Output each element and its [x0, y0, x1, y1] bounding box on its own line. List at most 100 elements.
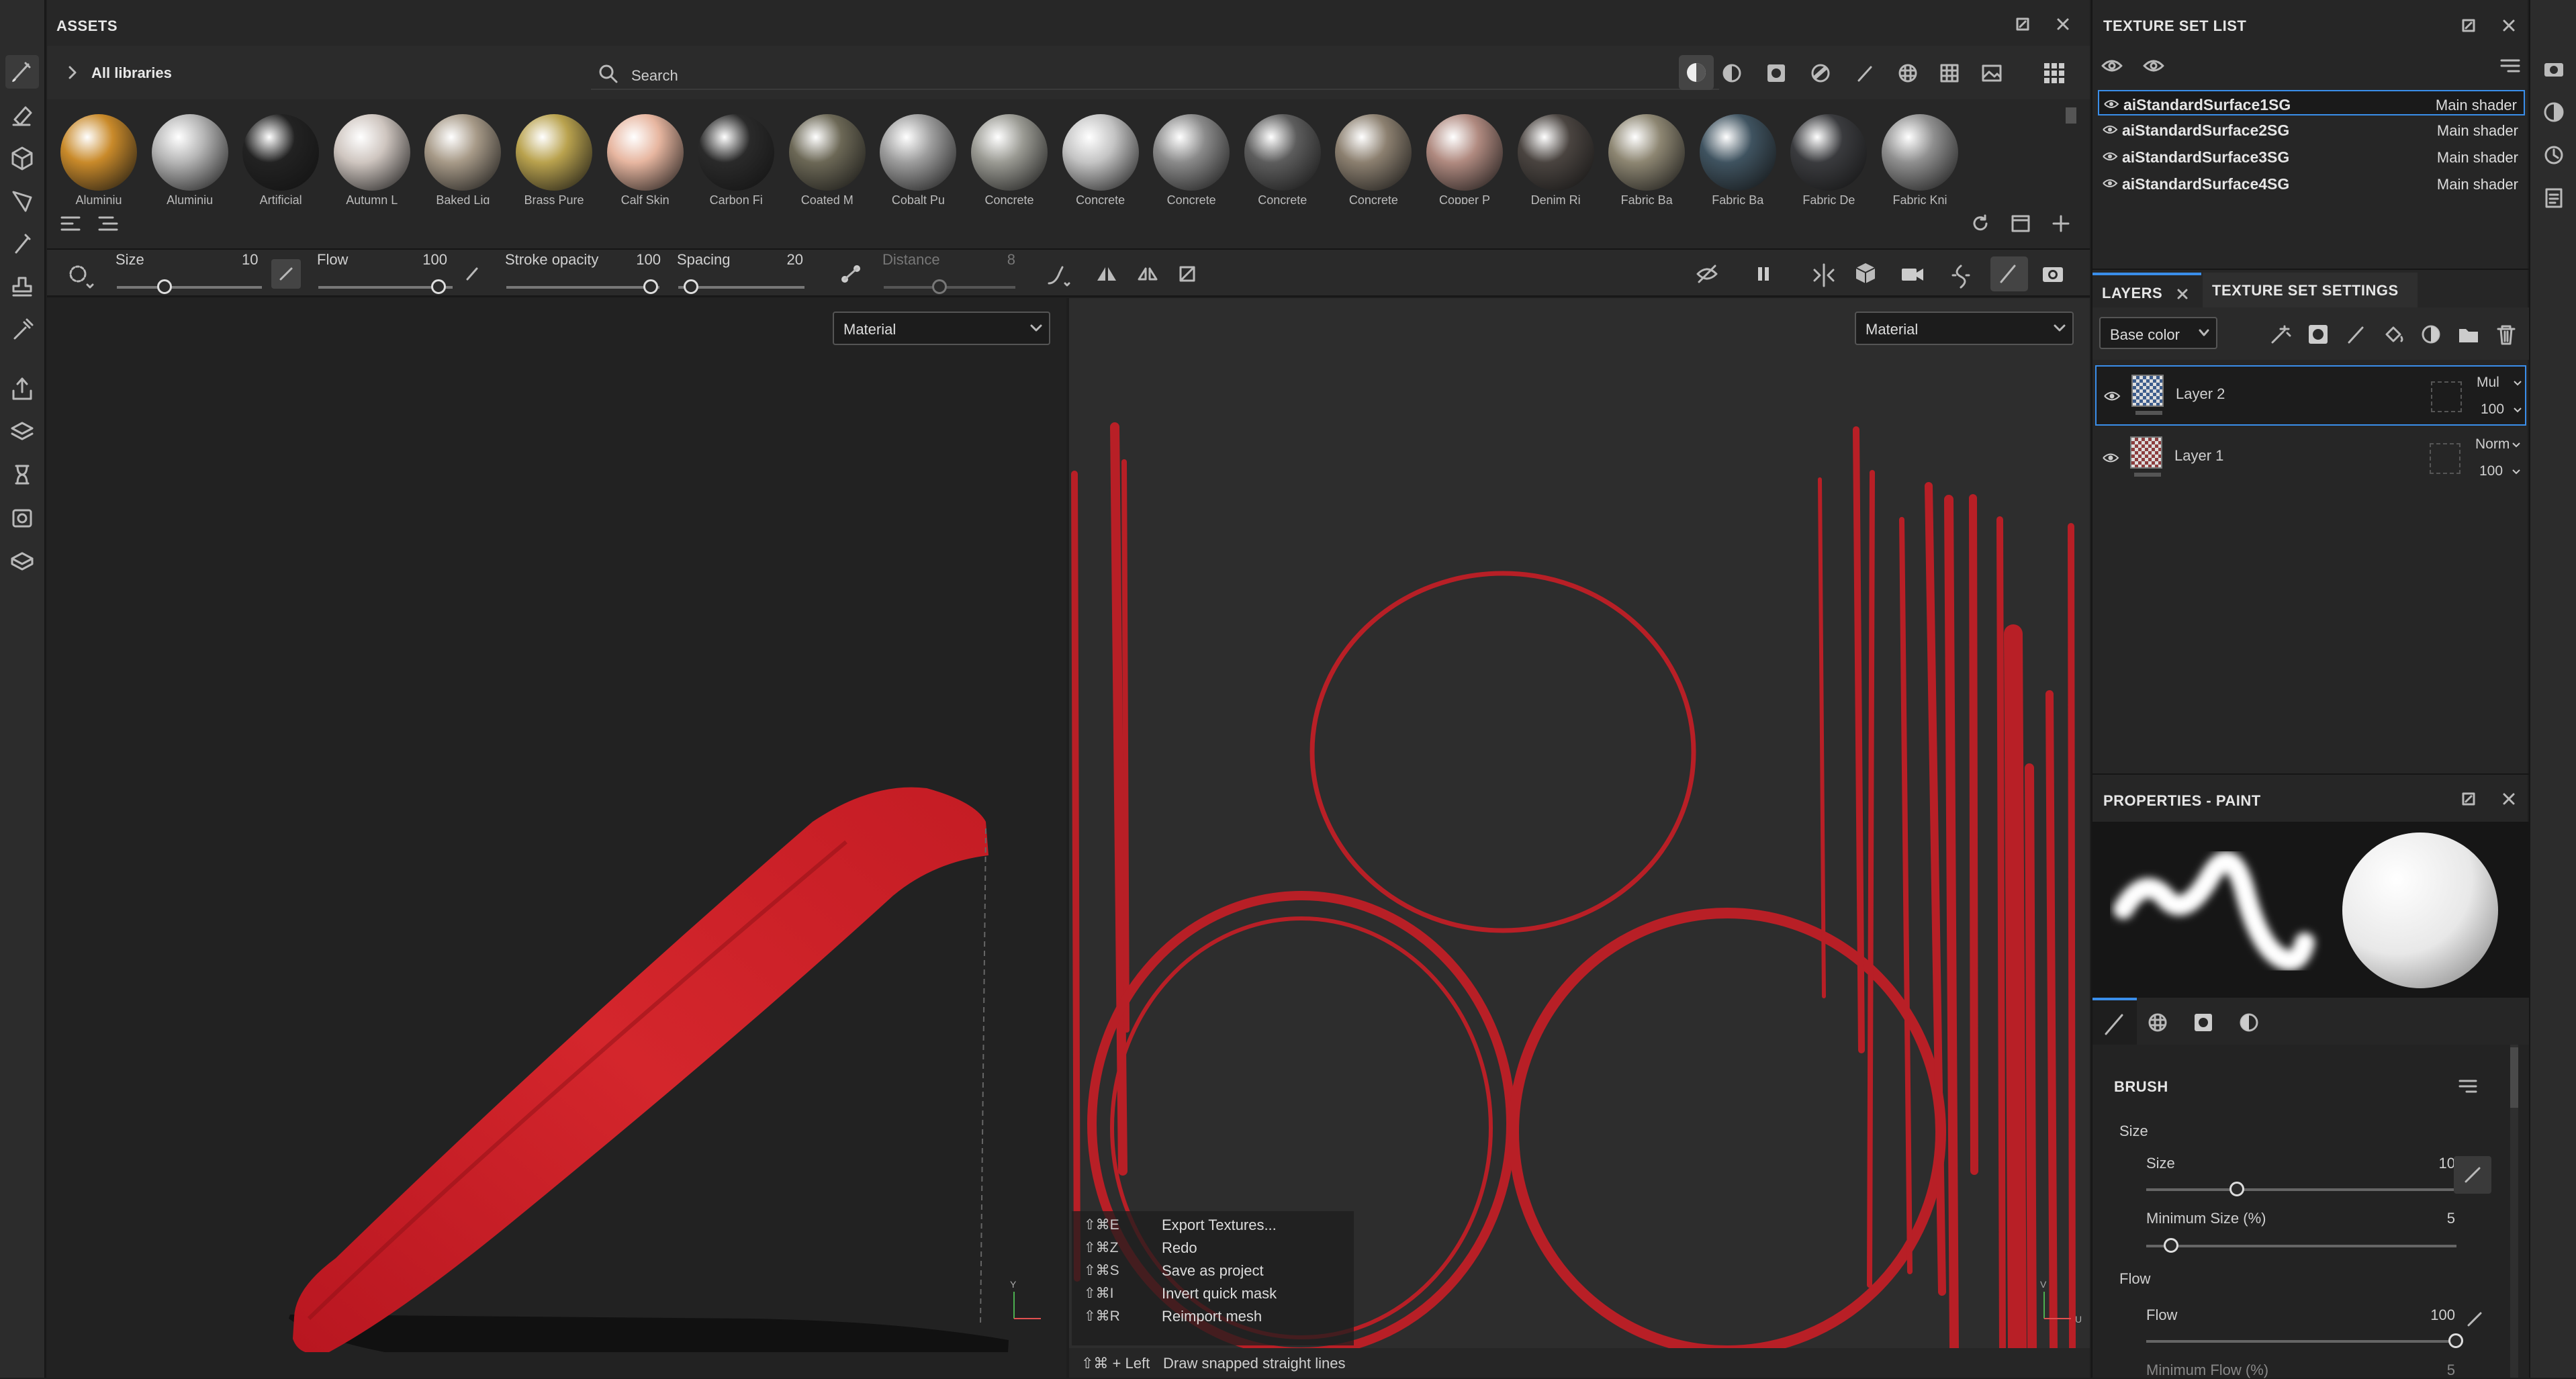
- show-all-icon[interactable]: [2142, 56, 2165, 75]
- blend-mode[interactable]: Mul: [2477, 375, 2513, 391]
- new-window-icon[interactable]: [2011, 213, 2031, 234]
- asset-thumbnail[interactable]: [1153, 114, 1230, 191]
- filter-smart-materials-icon[interactable]: [1722, 63, 1742, 83]
- maximize-icon[interactable]: [2015, 16, 2031, 32]
- asset-thumbnail[interactable]: [1517, 114, 1594, 191]
- channel-dropdown[interactable]: Base color: [2099, 317, 2217, 349]
- spacing-slider-knob[interactable]: [684, 279, 698, 294]
- asset-thumbnail[interactable]: [333, 114, 410, 191]
- mesh-icon[interactable]: [5, 544, 39, 577]
- split-view-icon[interactable]: [1810, 262, 1837, 289]
- filter-environments-icon[interactable]: [1981, 63, 2003, 83]
- tab-brush[interactable]: [2092, 998, 2137, 1045]
- close-icon[interactable]: [2501, 791, 2517, 807]
- layer-opacity[interactable]: 100: [2479, 463, 2503, 479]
- prop-size-knob[interactable]: [2229, 1182, 2244, 1196]
- layer-name[interactable]: Layer 2: [2176, 385, 2225, 403]
- add-icon[interactable]: [2051, 213, 2071, 234]
- asset-thumbnail[interactable]: [1608, 114, 1686, 191]
- dock-history-icon[interactable]: [2542, 144, 2565, 167]
- layer-mask-slot[interactable]: [2431, 381, 2462, 412]
- add-mask-icon[interactable]: [2306, 322, 2330, 346]
- maximize-icon[interactable]: [2460, 791, 2477, 807]
- add-fill-layer-icon[interactable]: [2381, 322, 2405, 346]
- prop-size-slider[interactable]: [2146, 1188, 2456, 1191]
- filter-brushes-icon[interactable]: [1855, 63, 1875, 83]
- texture-set-row[interactable]: aiStandardSurface1SG Main shader: [2098, 90, 2525, 115]
- lazy-mouse-icon[interactable]: [838, 260, 865, 287]
- curve-icon[interactable]: [1045, 262, 1072, 289]
- sort-options-icon[interactable]: [97, 213, 120, 234]
- visibility-eye-icon[interactable]: [2103, 98, 2119, 110]
- visibility-eye-icon[interactable]: [2103, 389, 2121, 403]
- grid-view-icon[interactable]: [2043, 62, 2066, 85]
- add-paint-layer-icon[interactable]: [2344, 322, 2368, 346]
- texture-set-row[interactable]: aiStandardSurface2SG Main shader: [2098, 117, 2525, 142]
- flow-value[interactable]: 100: [420, 251, 447, 269]
- list-options-icon[interactable]: [59, 213, 82, 234]
- viewport-2d-mode-dropdown[interactable]: Material: [1855, 312, 2074, 345]
- shader-name[interactable]: Main shader: [2437, 122, 2518, 140]
- asset-thumbnail[interactable]: [424, 114, 502, 191]
- asset-thumbnail[interactable]: [1790, 114, 1868, 191]
- asset-thumbnail[interactable]: [1426, 114, 1503, 191]
- tab-material-icon[interactable]: [2146, 1011, 2169, 1034]
- prop-flow-slider[interactable]: [2146, 1340, 2456, 1343]
- prop-min-size-slider[interactable]: [2146, 1245, 2456, 1247]
- distance-slider[interactable]: [884, 286, 1015, 289]
- assets-scrollbar[interactable]: [2066, 107, 2076, 124]
- stroke-opacity-slider[interactable]: [506, 286, 659, 289]
- lighting-icon[interactable]: [1947, 262, 1974, 289]
- shader-name[interactable]: Main shader: [2437, 176, 2518, 193]
- dock-shader-icon[interactable]: [2542, 101, 2565, 124]
- hide-uv-icon[interactable]: [1695, 263, 1719, 285]
- asset-thumbnail[interactable]: [1335, 114, 1412, 191]
- flow-pressure-icon[interactable]: [462, 263, 482, 283]
- add-smart-material-icon[interactable]: [2419, 322, 2443, 346]
- camera-bake-icon[interactable]: [5, 501, 39, 534]
- asset-thumbnail[interactable]: [606, 114, 684, 191]
- smudge-tool[interactable]: [5, 227, 39, 260]
- distance-slider-knob[interactable]: [932, 279, 947, 294]
- add-effect-icon[interactable]: [2268, 322, 2293, 346]
- close-tab-icon[interactable]: [2176, 287, 2189, 301]
- asset-thumbnail[interactable]: [698, 114, 775, 191]
- asset-thumbnail[interactable]: [151, 114, 228, 191]
- refresh-icon[interactable]: [1970, 213, 1990, 234]
- tab-stencil-icon[interactable]: [2192, 1011, 2215, 1034]
- prop-min-size-knob[interactable]: [2164, 1238, 2178, 1253]
- alignment-icon[interactable]: [67, 263, 94, 290]
- paint-brush-tool[interactable]: [5, 55, 39, 89]
- filter-masks-icon[interactable]: [1766, 63, 1786, 83]
- viewport-2d[interactable]: Material ⇧⌘E Export Textures... ⇧⌘Z Redo ⇧⌘S…: [1069, 298, 2090, 1348]
- layer-name[interactable]: Layer 1: [2174, 447, 2223, 465]
- layer-row[interactable]: Layer 2 Mul 100: [2095, 365, 2526, 426]
- size-pressure-button[interactable]: [271, 259, 301, 289]
- asset-thumbnail[interactable]: [971, 114, 1048, 191]
- pause-icon[interactable]: [1753, 263, 1774, 285]
- filter-materials-button[interactable]: [1679, 55, 1714, 90]
- visibility-eye-icon[interactable]: [2102, 124, 2118, 136]
- prop-flow-knob[interactable]: [2448, 1333, 2463, 1348]
- dock-camera-icon[interactable]: [2542, 58, 2565, 81]
- search-input[interactable]: Search: [591, 55, 1719, 90]
- viewport-3d-mode-dropdown[interactable]: Material: [833, 312, 1050, 345]
- eraser-tool[interactable]: [5, 98, 39, 132]
- dock-log-icon[interactable]: [2542, 187, 2565, 209]
- polygon-fill-tool[interactable]: [5, 184, 39, 218]
- transform-icon[interactable]: [1177, 263, 1198, 285]
- asset-thumbnail[interactable]: [880, 114, 957, 191]
- prop-min-flow-value[interactable]: 5: [2415, 1362, 2455, 1379]
- export-icon[interactable]: [5, 372, 39, 406]
- maximize-icon[interactable]: [2460, 17, 2477, 34]
- tab-layers[interactable]: LAYERS: [2092, 273, 2201, 307]
- visibility-eye-icon[interactable]: [2102, 177, 2118, 189]
- asset-thumbnail[interactable]: [516, 114, 592, 191]
- asset-thumbnail[interactable]: [1244, 114, 1321, 191]
- paint-mode-button[interactable]: [1990, 256, 2028, 291]
- layer-mask-slot[interactable]: [2430, 443, 2460, 474]
- blend-mode[interactable]: Norm: [2475, 436, 2512, 453]
- camera-settings-icon[interactable]: [1899, 262, 1926, 289]
- filter-textures-icon[interactable]: [1898, 63, 1918, 83]
- distance-value[interactable]: 8: [1001, 251, 1015, 269]
